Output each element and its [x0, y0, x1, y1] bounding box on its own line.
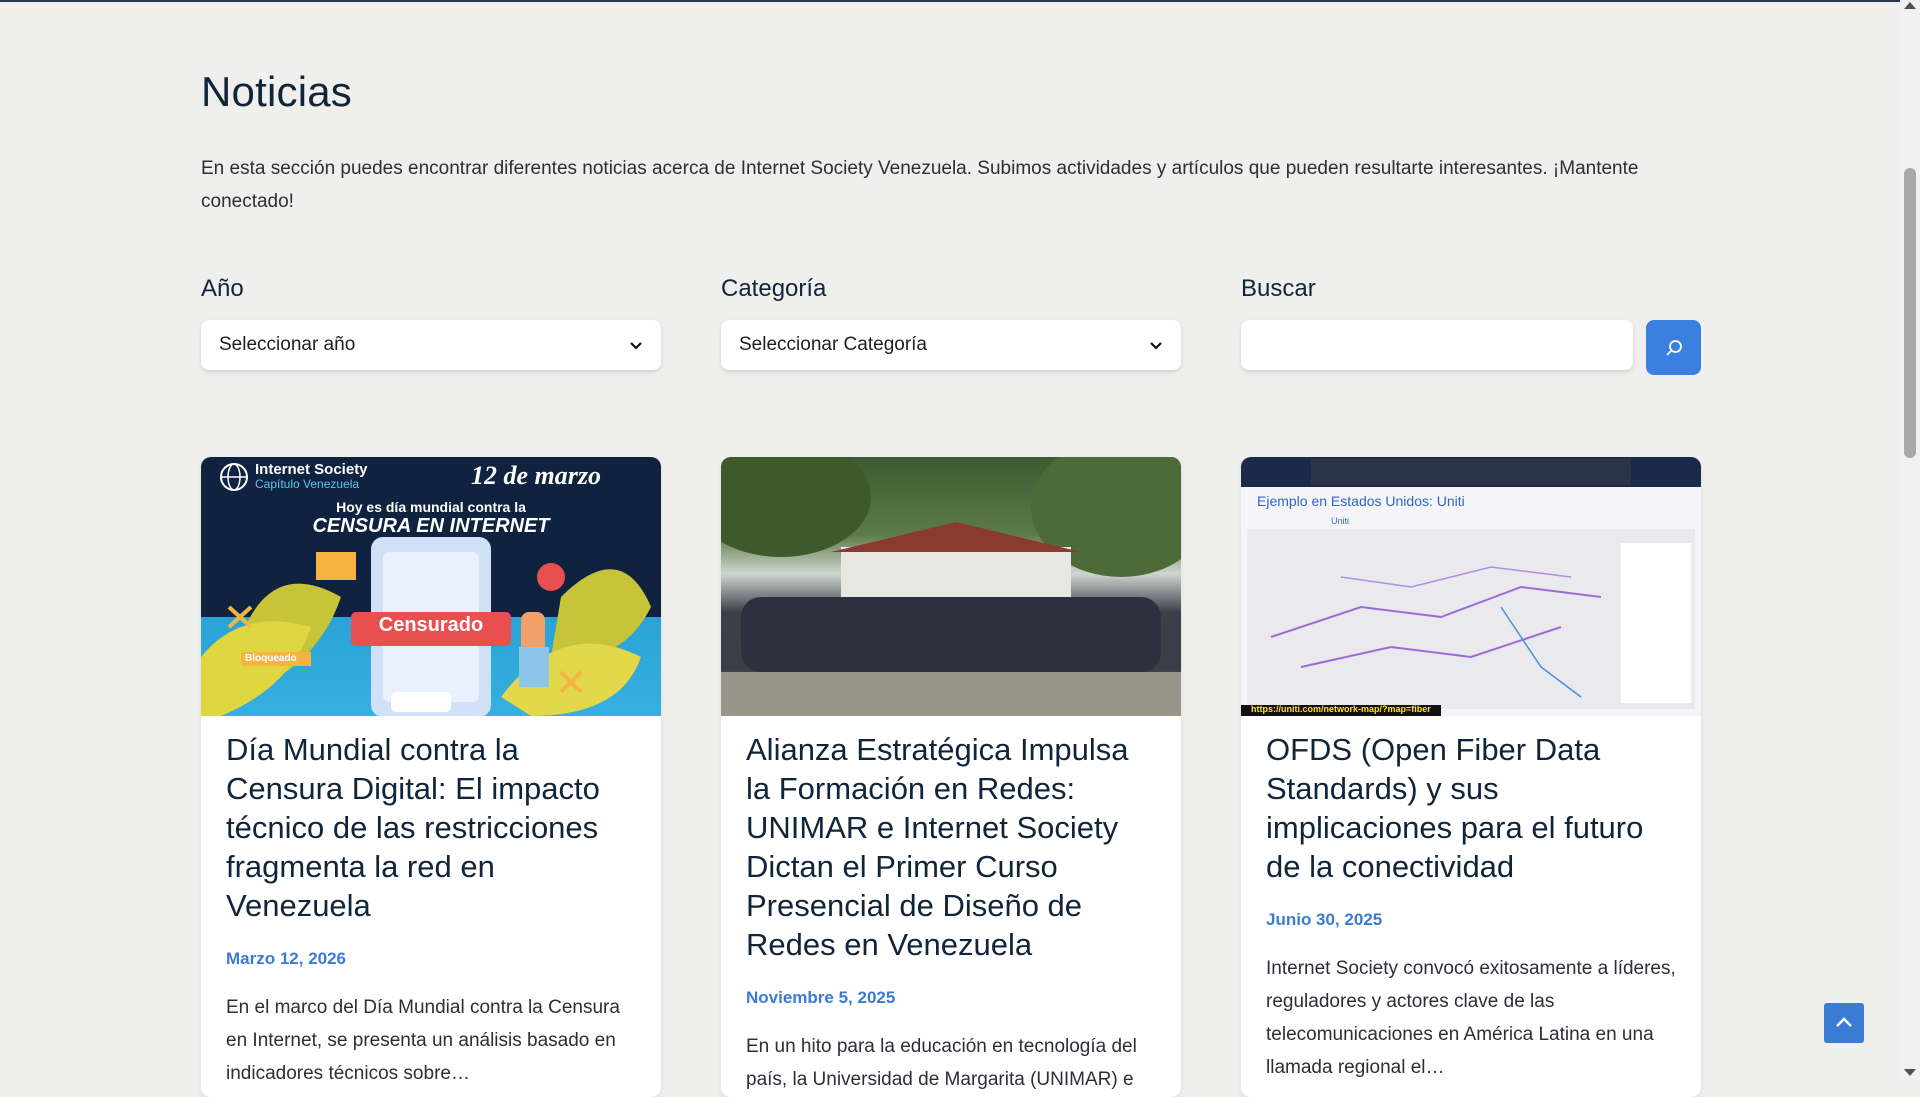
- image-date-text: 12 de marzo: [471, 461, 601, 490]
- image-line-1: Hoy es día mundial contra la: [336, 499, 526, 515]
- category-select[interactable]: Seleccionar Categoría: [721, 320, 1181, 370]
- chevron-down-icon: [630, 342, 642, 350]
- page-intro: En esta sección puedes encontrar diferen…: [201, 158, 1639, 212]
- image-org-name: Internet Society: [255, 461, 368, 478]
- year-select-value: Seleccionar año: [219, 334, 356, 355]
- news-card-date: Marzo 12, 2026: [226, 949, 347, 968]
- news-card-title[interactable]: OFDS (Open Fiber Data Standards) y sus i…: [1266, 730, 1676, 886]
- news-card-date: Junio 30, 2025: [1266, 910, 1383, 929]
- category-select-value: Seleccionar Categoría: [739, 334, 927, 355]
- news-card-date: Noviembre 5, 2025: [746, 988, 896, 1007]
- news-card-excerpt: En un hito para la educación en tecnolog…: [746, 1036, 1137, 1090]
- news-card-excerpt: En el marco del Día Mundial contra la Ce…: [226, 997, 620, 1084]
- news-card-title[interactable]: Alianza Estratégica Impulsa la Formación…: [746, 730, 1156, 964]
- news-card-image[interactable]: Internet Society Capítulo Venezuela 12 d…: [201, 457, 661, 716]
- year-select[interactable]: Seleccionar año: [201, 320, 661, 370]
- search-input[interactable]: [1241, 320, 1633, 370]
- category-filter-label: Categoría: [721, 275, 827, 302]
- category-filter: Categoría Seleccionar Categoría: [721, 274, 1181, 370]
- search-button[interactable]: [1646, 320, 1701, 375]
- year-filter-label: Año: [201, 275, 244, 302]
- image-url: https://uniti.com/network-map/?map=fiber: [1251, 704, 1431, 714]
- image-heading: Ejemplo en Estados Unidos: Uniti: [1257, 493, 1465, 509]
- news-card[interactable]: Ejemplo en Estados Unidos: Uniti Uniti h…: [1241, 457, 1701, 1097]
- news-card[interactable]: Alianza Estratégica Impulsa la Formación…: [721, 457, 1181, 1097]
- chevron-down-icon: [1150, 342, 1162, 350]
- scrollbar-thumb[interactable]: [1904, 168, 1916, 458]
- scroll-down-arrow-icon[interactable]: [1904, 1069, 1916, 1076]
- search-filter-label: Buscar: [1241, 275, 1316, 302]
- image-line-2: CENSURA EN INTERNET: [312, 515, 550, 537]
- year-filter: Año Seleccionar año: [201, 274, 661, 370]
- image-tag: Bloqueado: [245, 653, 297, 664]
- back-to-top-button[interactable]: [1824, 1003, 1864, 1043]
- page-title: Noticias: [201, 68, 352, 115]
- image-chapter-name: Capítulo Venezuela: [255, 477, 360, 491]
- image-stamp: Censurado: [378, 614, 484, 636]
- search-filter: Buscar: [1241, 274, 1701, 375]
- group-photo: [721, 457, 1181, 716]
- news-card[interactable]: Internet Society Capítulo Venezuela 12 d…: [201, 457, 661, 1097]
- news-card-image[interactable]: [721, 457, 1181, 716]
- image-brand: Uniti: [1331, 516, 1350, 526]
- scroll-up-arrow-icon[interactable]: [1904, 2, 1916, 9]
- page-scrollbar[interactable]: [1900, 0, 1920, 1080]
- top-border: [0, 0, 1900, 2]
- chevron-up-icon: [1836, 1017, 1852, 1027]
- censorship-illustration: [201, 463, 651, 716]
- news-card-excerpt: Internet Society convocó exitosamente a …: [1266, 958, 1676, 1078]
- news-card-title[interactable]: Día Mundial contra la Censura Digital: E…: [226, 730, 636, 925]
- news-card-image[interactable]: Ejemplo en Estados Unidos: Uniti Uniti h…: [1241, 457, 1701, 716]
- search-icon: [1665, 339, 1682, 356]
